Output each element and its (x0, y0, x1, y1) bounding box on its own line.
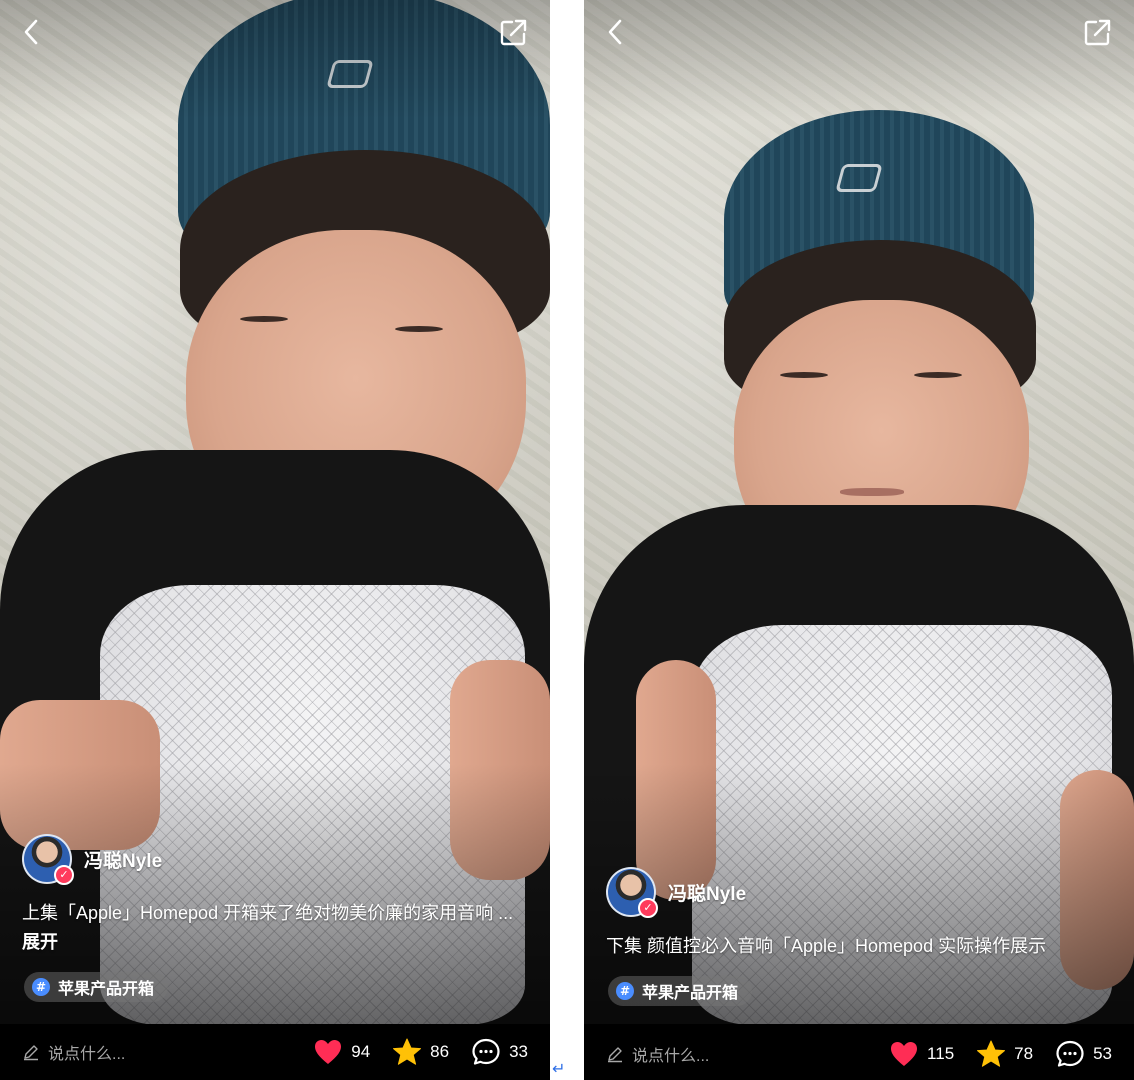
topic-tag-label: 苹果产品开箱 (642, 985, 739, 1002)
caption-text: 上集「Apple」Homepod 开箱来了绝对物美价廉的家用音响 ... (22, 903, 514, 923)
like-button[interactable]: 115 (889, 1039, 954, 1069)
like-count: 115 (927, 1044, 955, 1063)
hashtag-icon: # (616, 982, 634, 1000)
topic-tag[interactable]: # 苹果产品开箱 (608, 976, 753, 1006)
like-count: 94 (351, 1042, 371, 1061)
heart-icon (891, 1042, 918, 1066)
avatar[interactable]: ✓ (22, 834, 74, 885)
chevron-left-icon (608, 19, 622, 45)
comment-bubble-icon (472, 1038, 500, 1065)
expand-link[interactable]: 展开 (22, 932, 58, 952)
avatar[interactable]: ✓ (606, 867, 658, 918)
share-icon (500, 19, 527, 46)
share-button[interactable] (496, 14, 532, 50)
share-button[interactable] (1080, 14, 1116, 50)
back-button[interactable] (14, 14, 50, 50)
star-icon (977, 1040, 1006, 1067)
comment-count: 53 (1093, 1044, 1112, 1063)
share-icon (1084, 19, 1111, 46)
favorite-button[interactable]: 86 (392, 1037, 449, 1067)
hashtag-icon: # (32, 978, 50, 996)
eye (914, 372, 962, 378)
star-icon (393, 1038, 422, 1065)
author-info[interactable]: ✓ 冯聪Nyle (606, 867, 746, 918)
pen-icon (608, 1047, 622, 1063)
comment-bubble-icon (1056, 1040, 1084, 1067)
pen-icon (24, 1045, 38, 1061)
page: ✓ 冯聪Nyle 上集「Apple」Homepod 开箱来了绝对物美价廉的家用音… (0, 0, 1134, 1080)
comment-placeholder: 说点什么... (48, 1046, 126, 1063)
hat-logo (835, 164, 883, 192)
author-info[interactable]: ✓ 冯聪Nyle (22, 834, 162, 885)
comment-button[interactable]: 33 (471, 1037, 528, 1067)
video-caption: 上集「Apple」Homepod 开箱来了绝对物美价廉的家用音响 ... 展开 (22, 899, 527, 957)
bottom-action-bar: 说点什么... 115 78 53 (584, 1028, 1134, 1080)
comment-input[interactable]: 说点什么... (606, 1042, 889, 1066)
topic-tag-label: 苹果产品开箱 (58, 981, 155, 998)
heart-icon (315, 1040, 342, 1064)
author-name[interactable]: 冯聪Nyle (84, 846, 162, 873)
bottom-action-bar: 说点什么... 94 86 33 (0, 1024, 550, 1080)
verified-badge-icon: ✓ (638, 898, 658, 918)
topic-tag[interactable]: # 苹果产品开箱 (24, 972, 169, 1002)
video-screen-left: ✓ 冯聪Nyle 上集「Apple」Homepod 开箱来了绝对物美价廉的家用音… (0, 0, 550, 1080)
like-button[interactable]: 94 (313, 1037, 370, 1067)
comment-input[interactable]: 说点什么... (22, 1040, 313, 1064)
video-caption: 下集 颜值控必入音响「Apple」Homepod 实际操作展示 (606, 932, 1126, 961)
chevron-left-icon (24, 19, 38, 45)
eye (395, 326, 443, 332)
author-name[interactable]: 冯聪Nyle (668, 879, 746, 906)
shade (584, 0, 1134, 120)
verified-badge-icon: ✓ (54, 865, 74, 885)
comment-button[interactable]: 53 (1055, 1039, 1112, 1069)
favorite-count: 86 (430, 1042, 450, 1061)
favorite-button[interactable]: 78 (976, 1039, 1033, 1069)
comment-placeholder: 说点什么... (632, 1048, 710, 1065)
eye (240, 316, 288, 322)
caption-text: 下集 颜值控必入音响「Apple」Homepod 实际操作展示 (606, 936, 1047, 956)
eye (780, 372, 828, 378)
shade (0, 0, 550, 120)
favorite-count: 78 (1014, 1044, 1034, 1063)
mouth (840, 488, 904, 496)
video-screen-right: ✓ 冯聪Nyle 下集 颜值控必入音响「Apple」Homepod 实际操作展示… (584, 0, 1134, 1080)
back-button[interactable] (598, 14, 634, 50)
comment-count: 33 (509, 1042, 528, 1061)
return-icon: ↵ (552, 1059, 566, 1078)
